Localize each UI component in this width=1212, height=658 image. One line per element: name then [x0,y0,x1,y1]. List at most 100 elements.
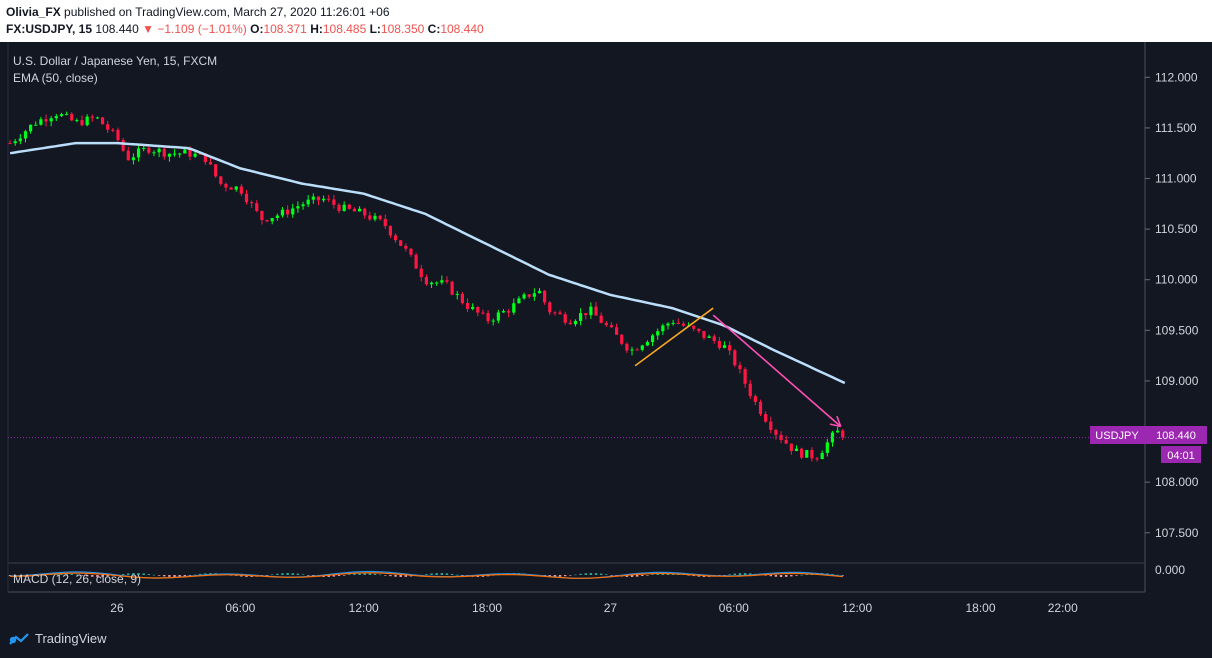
macd-histogram-bar [599,573,603,575]
candle-body [589,306,593,316]
candle-body [275,215,279,219]
macd-histogram-bar [641,575,644,577]
macd-histogram-bar [173,575,176,577]
macd-histogram-bar [399,575,402,577]
candle-body [286,209,290,215]
candle-body [167,153,172,157]
candle-body [239,186,243,194]
candle-body [157,148,161,153]
macd-histogram-bar [445,573,449,575]
candle-body [244,193,249,203]
tradingview-brand: TradingView [35,631,107,646]
candle-body [738,365,742,370]
candle-body [301,204,305,207]
macd-histogram-bar [368,573,372,575]
candle-body [789,443,793,452]
macd-histogram-bar [569,575,572,576]
macd-histogram-bar [265,575,269,576]
candle-body [373,215,377,220]
candle-body [414,254,418,269]
candle-body [219,176,223,184]
macd-histogram-bar [281,573,284,575]
macd-histogram-bar [646,575,649,576]
candle-body [820,452,824,460]
candle-body [507,311,511,313]
macd-histogram-bar [348,574,351,575]
x-tick-label: 12:00 [842,601,872,615]
candle-body [419,268,423,278]
candle-body [661,325,665,332]
candle-body [234,186,238,190]
tradingview-logo[interactable]: TradingView [8,631,107,646]
x-tick-label: 06:00 [719,601,749,615]
candle-body [836,430,840,433]
macd-histogram-bar [456,574,459,576]
candle-body [75,120,79,122]
macd-histogram-bar [152,574,156,576]
candle-body [265,220,269,222]
candle-body [54,116,58,119]
macd-histogram-bar [594,573,598,575]
candle-body [172,153,177,155]
candle-body [584,313,588,316]
candle-body [625,343,629,351]
candle-body [753,396,757,402]
candle-body [270,218,274,222]
candle-body [121,140,125,151]
candle-body [650,335,655,342]
macd-histogram-bar [276,573,279,575]
candle-body [784,439,788,444]
candle-body [455,293,459,295]
macd-histogram-bar [584,573,587,575]
y-tick-label: 107.500 [1155,526,1199,540]
candle-body [100,117,105,125]
pane-title: U.S. Dollar / Japanese Yen, 15, FXCM [13,54,218,68]
candle-body [800,448,804,458]
ema-legend[interactable]: EMA (50, close) [13,71,98,85]
macd-histogram-bar [774,575,778,577]
macd-histogram-bar [605,574,608,575]
candle-body [131,157,136,161]
candle-body [717,340,721,348]
candle-body [599,315,603,323]
candle-body [450,281,454,295]
macd-histogram-bar [291,573,294,575]
candle-body [429,282,434,285]
candle-body [280,209,285,216]
candle-body [635,349,639,351]
candle-body [435,282,439,284]
x-tick-label: 27 [604,601,618,615]
candle-body [815,458,819,460]
candle-body [512,303,516,313]
candle-body [697,328,701,332]
candle-body [368,215,372,220]
macd-legend[interactable]: MACD (12, 26, close, 9) [13,572,141,586]
candle-body [147,147,151,153]
y-tick-label: 111.500 [1155,121,1197,135]
candle-body [378,215,382,220]
macd-histogram-bar [651,574,654,576]
macd-histogram-bar [728,574,731,575]
candle-body [543,290,547,303]
candle-body [645,341,650,346]
macd-histogram-bar [337,575,341,576]
macd-histogram-bar [389,575,392,577]
candle-body [34,124,38,126]
candle-body [573,320,578,325]
candle-body [18,138,22,142]
macd-histogram-bar [168,575,171,577]
macd-histogram-bar [795,575,798,576]
candle-body [671,322,675,324]
candle-body [59,114,64,117]
candle-body [250,202,254,204]
price-chart[interactable]: 112.000 111.500 111.000 110.500 110.000 109.5… [0,0,1212,658]
candle-body [825,442,829,453]
candle-body [90,116,94,118]
candle-body [609,325,614,328]
candle-body [656,331,660,336]
macd-histogram-bar [769,575,772,577]
candle-body [758,401,763,415]
candle-body [306,199,310,205]
macd-histogram-bar [147,574,151,575]
chart-background [0,42,1212,658]
